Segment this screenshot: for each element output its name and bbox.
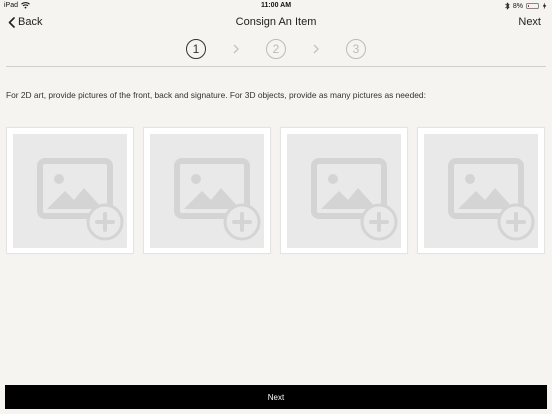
chevron-right-icon (313, 44, 319, 54)
status-time: 11:00 AM (260, 2, 292, 9)
photo-slots (6, 127, 548, 255)
step-1: 1 (186, 39, 206, 59)
battery-percent: 8% (512, 2, 523, 10)
charging-icon (542, 2, 547, 10)
photo-slot-2[interactable] (143, 127, 271, 254)
add-photo-icon (174, 158, 261, 241)
photo-slot-4[interactable] (417, 127, 545, 254)
battery-icon (526, 3, 539, 9)
add-photo-icon (37, 158, 124, 241)
next-button[interactable]: Next (5, 385, 547, 409)
add-photo-icon (311, 158, 398, 241)
photo-slot-1[interactable] (6, 127, 134, 254)
photo-placeholder (287, 134, 401, 248)
chevron-right-icon (233, 44, 239, 54)
photo-placeholder (424, 134, 538, 248)
step-3: 3 (346, 39, 366, 59)
add-photo-icon (448, 158, 535, 241)
photo-slot-3[interactable] (280, 127, 408, 254)
bluetooth-icon (505, 2, 510, 10)
instructions-text: For 2D art, provide pictures of the fron… (6, 90, 426, 100)
battery-level (528, 5, 529, 7)
page-title: Consign An Item (235, 16, 317, 28)
step-divider (6, 66, 546, 67)
photo-placeholder (150, 134, 264, 248)
status-bar: iPad 11:00 AM 8% (0, 0, 552, 12)
step-indicator: 1 2 3 (0, 37, 552, 61)
photo-placeholder (13, 134, 127, 248)
step-2: 2 (266, 39, 286, 59)
navigation-bar: Back Consign An Item Next (0, 12, 552, 34)
nav-next-button[interactable]: Next (518, 16, 541, 28)
